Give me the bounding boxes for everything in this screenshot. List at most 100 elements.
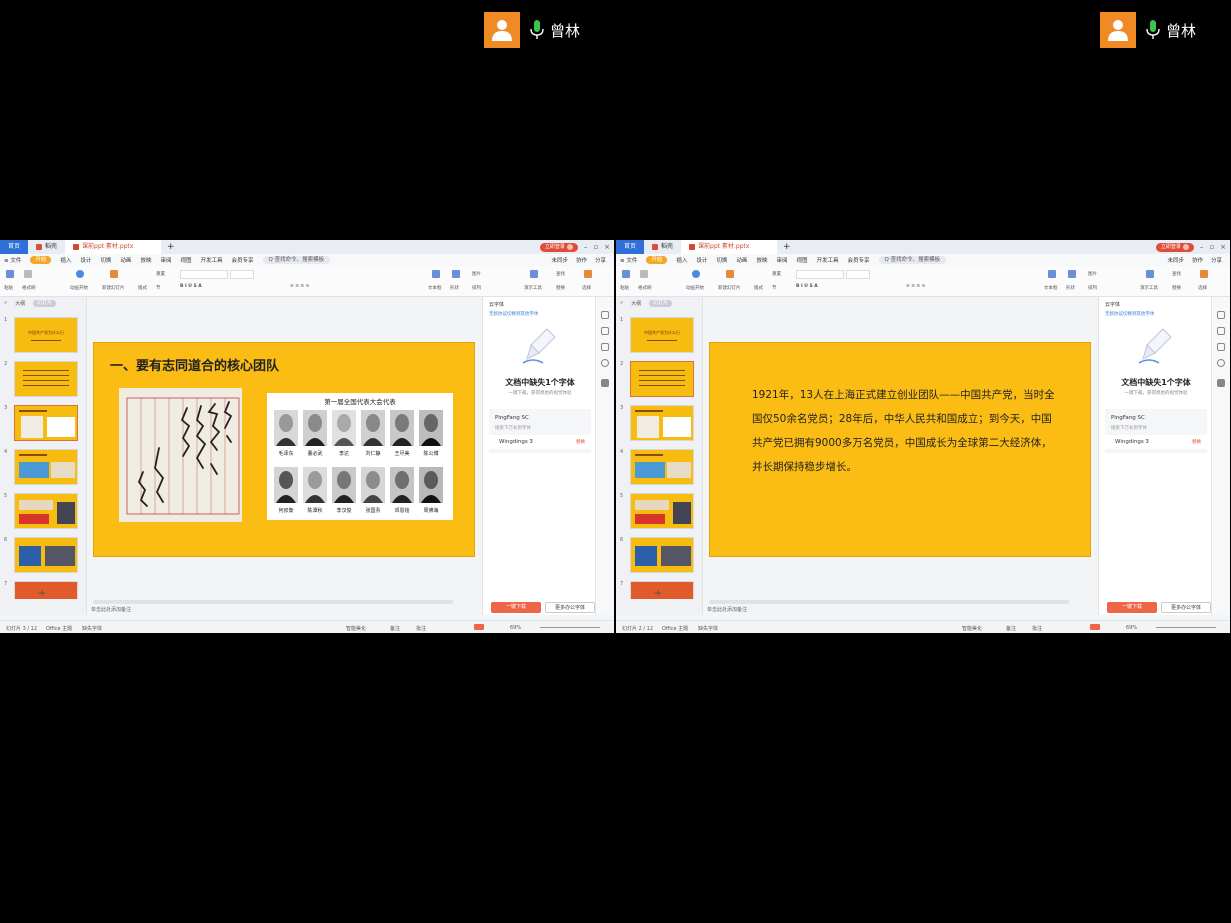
font-panel-link[interactable]: 无损协议切换到其他字体 xyxy=(483,308,597,317)
menu-file[interactable]: ≡ 文件 xyxy=(620,256,637,264)
menu-slideshow[interactable]: 放映 xyxy=(140,256,151,264)
cut-icon[interactable] xyxy=(24,270,32,278)
animation-icon[interactable] xyxy=(1217,343,1225,351)
help-icon[interactable] xyxy=(601,359,609,367)
collaborate-button[interactable]: 协作 xyxy=(576,256,587,264)
reset-label[interactable]: 重置 xyxy=(772,271,781,277)
menu-slideshow[interactable]: 放映 xyxy=(756,256,767,264)
bold-icon[interactable]: B I U S A xyxy=(796,284,818,289)
style-icon[interactable] xyxy=(1217,327,1225,335)
new-slide-icon[interactable] xyxy=(110,270,118,278)
menu-insert[interactable]: 插入 xyxy=(60,256,71,264)
missing-font-status[interactable]: 缺失字体 xyxy=(698,625,718,632)
replace-label[interactable]: 替换 xyxy=(1172,285,1181,291)
slide-thumb-3[interactable]: 3 xyxy=(4,405,82,443)
layout-label[interactable]: 版式 xyxy=(138,285,147,291)
notes-toggle[interactable]: 备注 xyxy=(390,625,400,632)
tab-file[interactable]: 课前ppt 素材.pptx xyxy=(65,240,162,254)
menu-insert[interactable]: 插入 xyxy=(676,256,687,264)
slides-tab[interactable]: 幻灯片 xyxy=(649,299,673,307)
font-panel-link[interactable]: 无损协议切换到其他字体 xyxy=(1099,308,1213,317)
outline-tab[interactable]: 大纲 xyxy=(15,300,25,307)
tab-file[interactable]: 课前ppt 素材.pptx xyxy=(681,240,778,254)
menu-transition[interactable]: 切换 xyxy=(100,256,111,264)
zoom-slider[interactable] xyxy=(1156,627,1216,628)
close-icon[interactable]: × xyxy=(1220,243,1226,251)
slides-tab[interactable]: 幻灯片 xyxy=(33,299,57,307)
add-slide-icon[interactable]: + xyxy=(654,588,662,599)
play-animation-icon[interactable] xyxy=(692,270,700,278)
find-label[interactable]: 查找 xyxy=(556,271,565,277)
maximize-icon[interactable]: ▫ xyxy=(1209,243,1214,251)
download-fonts-button[interactable]: 一键下载 xyxy=(491,602,541,613)
play-animation-icon[interactable] xyxy=(76,270,84,278)
arrange-label[interactable]: 排列 xyxy=(472,285,481,291)
add-slide-icon[interactable]: + xyxy=(38,588,46,599)
select-icon[interactable] xyxy=(584,270,592,278)
shape-icon[interactable] xyxy=(1068,270,1076,278)
menu-view[interactable]: 视图 xyxy=(796,256,807,264)
menu-design[interactable]: 设计 xyxy=(80,256,91,264)
font-name-select[interactable] xyxy=(796,270,844,279)
sync-status[interactable]: 未同步 xyxy=(551,256,568,264)
login-button[interactable]: 立即登录 xyxy=(1155,242,1194,252)
slide-thumb-1[interactable]: 1 中国共产党为什么行 xyxy=(620,317,698,355)
notes-placeholder[interactable]: 单击此处添加备注 xyxy=(87,606,131,613)
slide-thumb-6[interactable]: 6 xyxy=(4,537,82,575)
smart-beautify[interactable]: 智能美化 xyxy=(962,625,982,632)
menu-start[interactable]: 开始 xyxy=(646,256,668,264)
command-search[interactable]: Q 查找命令、搜索模板 xyxy=(262,256,331,264)
menu-developer[interactable]: 开发工具 xyxy=(200,256,222,264)
current-slide[interactable]: 一、要有志同道合的核心团队 第一届全国代表大会代表 毛泽东 董必武 李达 刘仁静… xyxy=(93,342,475,557)
download-fonts-button[interactable]: 一键下载 xyxy=(1107,602,1157,613)
bold-icon[interactable]: B I U S A xyxy=(180,284,202,289)
settings-icon[interactable] xyxy=(1217,311,1225,319)
notes-toggle[interactable]: 备注 xyxy=(1006,625,1016,632)
more-fonts-button[interactable]: 更多办公字体 xyxy=(1161,602,1211,613)
style-icon[interactable] xyxy=(601,327,609,335)
font-row[interactable]: Wingdings 3 替换 xyxy=(1105,435,1207,449)
paste-icon[interactable] xyxy=(6,270,14,278)
section-label[interactable]: 节 xyxy=(772,285,777,291)
slide-thumb-5[interactable]: 5 xyxy=(620,493,698,531)
align-icons[interactable]: ≡ ≡ ≡ ≡ xyxy=(290,284,309,289)
section-label[interactable]: 节 xyxy=(156,285,161,291)
shape-icon[interactable] xyxy=(452,270,460,278)
replace-font-link[interactable]: 替换 xyxy=(1192,439,1201,445)
outline-tab[interactable]: 大纲 xyxy=(631,300,641,307)
textbox-icon[interactable] xyxy=(432,270,440,278)
share-button[interactable]: 分享 xyxy=(1211,256,1222,264)
comment-toggle[interactable]: 批注 xyxy=(416,625,426,632)
slide-thumb-4[interactable]: 4 xyxy=(620,449,698,487)
missing-font-status[interactable]: 缺失字体 xyxy=(82,625,102,632)
comment-toggle[interactable]: 批注 xyxy=(1032,625,1042,632)
minimize-icon[interactable]: – xyxy=(584,243,588,251)
menu-start[interactable]: 开始 xyxy=(30,256,52,264)
slide-thumb-4[interactable]: 4 xyxy=(4,449,82,487)
smart-beautify[interactable]: 智能美化 xyxy=(346,625,366,632)
font-size-select[interactable] xyxy=(230,270,254,279)
slide-thumb-2[interactable]: 2 xyxy=(620,361,698,399)
collaborate-button[interactable]: 协作 xyxy=(1192,256,1203,264)
paste-icon[interactable] xyxy=(622,270,630,278)
replace-font-link[interactable]: 替换 xyxy=(576,439,585,445)
menu-developer[interactable]: 开发工具 xyxy=(816,256,838,264)
layout-label[interactable]: 版式 xyxy=(754,285,763,291)
cut-icon[interactable] xyxy=(640,270,648,278)
font-name-select[interactable] xyxy=(180,270,228,279)
microphone-icon[interactable] xyxy=(528,19,546,41)
textbox-icon[interactable] xyxy=(1048,270,1056,278)
menu-transition[interactable]: 切换 xyxy=(716,256,727,264)
menu-view[interactable]: 视图 xyxy=(180,256,191,264)
microphone-icon[interactable] xyxy=(1144,19,1162,41)
new-tab-icon[interactable]: + xyxy=(783,242,791,252)
login-button[interactable]: 立即登录 xyxy=(539,242,578,252)
sync-status[interactable]: 未同步 xyxy=(1167,256,1184,264)
command-search[interactable]: Q 查找命令、搜索模板 xyxy=(878,256,947,264)
current-slide[interactable]: 1921年，13人在上海正式建立创业团队——中国共产党，当时全国仅50余名党员；… xyxy=(709,342,1091,557)
slideshow-tool-icon[interactable] xyxy=(530,270,538,278)
font-size-select[interactable] xyxy=(846,270,870,279)
new-slide-icon[interactable] xyxy=(726,270,734,278)
tab-store[interactable]: 稻壳 xyxy=(644,240,681,254)
picture-label[interactable]: 图片 xyxy=(472,271,481,277)
